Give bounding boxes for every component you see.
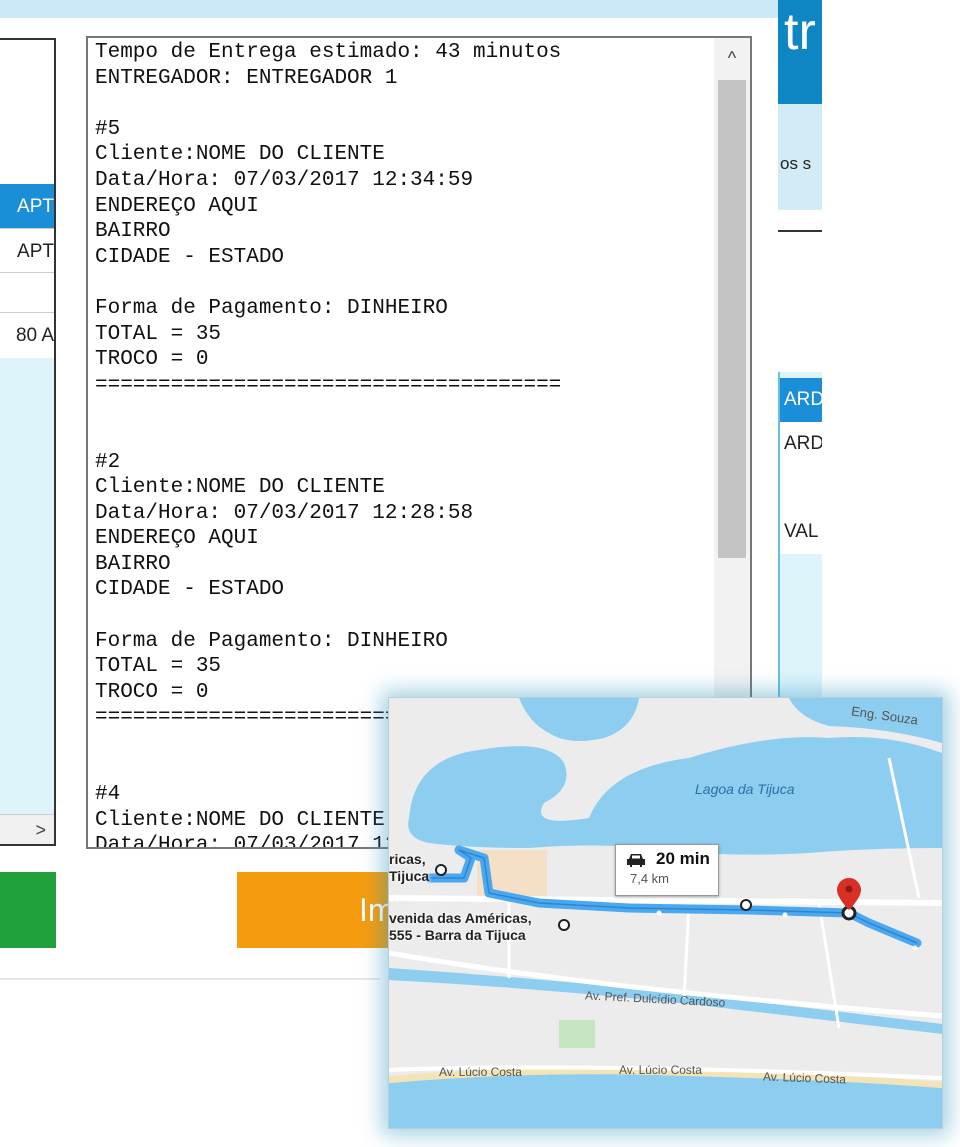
divider bbox=[778, 230, 822, 232]
address-label-line: 555 - Barra da Tijuca bbox=[389, 927, 526, 943]
print-button[interactable]: Im bbox=[237, 872, 397, 948]
order-text-line: Forma de Pagamento: DINHEIRO bbox=[95, 296, 448, 320]
secondary-window-subtitle: os s bbox=[780, 154, 812, 173]
list-item[interactable]: APT bbox=[0, 228, 54, 274]
order-list-panel: APT APT 80 A > bbox=[0, 38, 56, 846]
address-label-line: venida das Américas, bbox=[389, 910, 532, 926]
pin-dot bbox=[845, 885, 853, 893]
order-text-line: TOTAL = 35 bbox=[95, 322, 222, 346]
order-text-line bbox=[95, 424, 715, 450]
route-dot bbox=[912, 945, 918, 951]
order-text-line bbox=[95, 398, 715, 424]
order-text-line: Cliente:NOME DO CLIENTE bbox=[95, 476, 385, 500]
waypoint-start[interactable] bbox=[435, 864, 447, 876]
list-item[interactable] bbox=[780, 466, 822, 510]
secondary-window: tr os s ARD ARD VAL bbox=[778, 0, 822, 700]
secondary-window-header: tr bbox=[778, 0, 822, 104]
origin-label-line: Tijuca bbox=[389, 868, 430, 884]
origin-label: ricas, Tijuca bbox=[389, 851, 429, 885]
list-item[interactable]: VAL bbox=[780, 510, 822, 554]
order-text-line bbox=[95, 603, 715, 629]
order-text-line: ENTREGADOR: ENTREGADOR 1 bbox=[95, 66, 398, 90]
order-text-line: TOTAL = 35 bbox=[95, 655, 222, 679]
secondary-window-title: tr bbox=[784, 3, 816, 61]
order-text-line: ENDEREÇO AQUI bbox=[95, 527, 259, 551]
route-dot bbox=[656, 910, 662, 916]
list-item[interactable]: ARD bbox=[780, 422, 822, 466]
horizontal-scrollbar[interactable]: > bbox=[0, 814, 54, 844]
order-text-line: BAIRRO bbox=[95, 220, 171, 244]
order-text-line: BAIRRO bbox=[95, 552, 171, 576]
waypoint-mid[interactable] bbox=[740, 899, 752, 911]
order-text-line: CIDADE - ESTADO bbox=[95, 578, 285, 602]
order-text-line: CIDADE - ESTADO bbox=[95, 245, 285, 269]
order-text-line: Data/Hora: 07/03/2017 12:28:58 bbox=[95, 501, 474, 525]
order-text-line: #5 bbox=[95, 117, 121, 141]
scroll-right-icon[interactable]: > bbox=[35, 820, 46, 840]
secondary-window-subheader: os s bbox=[778, 104, 822, 210]
route-map[interactable]: 20 min 7,4 km Lagoa da Tijuca Eng. Souza… bbox=[388, 697, 943, 1129]
av-lucio-label: Av. Lúcio Costa bbox=[619, 1063, 702, 1077]
order-text-line bbox=[95, 270, 715, 296]
order-text-line: ENDEREÇO AQUI bbox=[95, 194, 259, 218]
order-text-line: TROCO = 0 bbox=[95, 348, 209, 372]
list-header-area bbox=[0, 40, 54, 184]
lagoa-label: Lagoa da Tijuca bbox=[695, 781, 795, 797]
origin-label-line: ricas, bbox=[389, 851, 426, 867]
list-item[interactable]: 80 A bbox=[0, 312, 54, 358]
scrollbar-thumb[interactable] bbox=[718, 80, 746, 558]
list-item-selected[interactable]: ARD bbox=[780, 378, 822, 422]
secondary-list: ARD ARD VAL bbox=[778, 372, 822, 700]
order-text-line: Cliente:NOME DO CLIENTE bbox=[95, 143, 385, 167]
confirm-button[interactable] bbox=[0, 872, 56, 948]
route-distance: 7,4 km bbox=[630, 871, 670, 886]
route-dot bbox=[782, 912, 788, 918]
order-text-line: #2 bbox=[95, 450, 121, 474]
route-time: 20 min bbox=[656, 849, 710, 868]
order-text-line: Data/Hora: 07/03/2017 12:34:59 bbox=[95, 168, 474, 192]
av-lucio-label: Av. Lúcio Costa bbox=[762, 1069, 847, 1087]
order-text-line: Tempo de Entrega estimado: 43 minutos bbox=[95, 41, 562, 64]
car-icon bbox=[627, 854, 645, 867]
list-item-selected[interactable]: APT bbox=[0, 184, 54, 230]
address-label: venida das Américas, 555 - Barra da Tiju… bbox=[389, 910, 532, 944]
footer-divider bbox=[0, 978, 380, 980]
order-text-line: Forma de Pagamento: DINHEIRO bbox=[95, 629, 448, 653]
park-area bbox=[559, 1020, 595, 1048]
route-info-box[interactable]: 20 min 7,4 km bbox=[615, 844, 719, 896]
order-text-line bbox=[95, 91, 715, 117]
av-lucio-label: Av. Lúcio Costa bbox=[439, 1065, 522, 1079]
scroll-up-icon[interactable]: ^ bbox=[714, 48, 750, 69]
waypoint-americas[interactable] bbox=[558, 919, 570, 931]
order-text-line: ===================================== bbox=[95, 373, 562, 397]
window-top-bar bbox=[0, 0, 778, 18]
